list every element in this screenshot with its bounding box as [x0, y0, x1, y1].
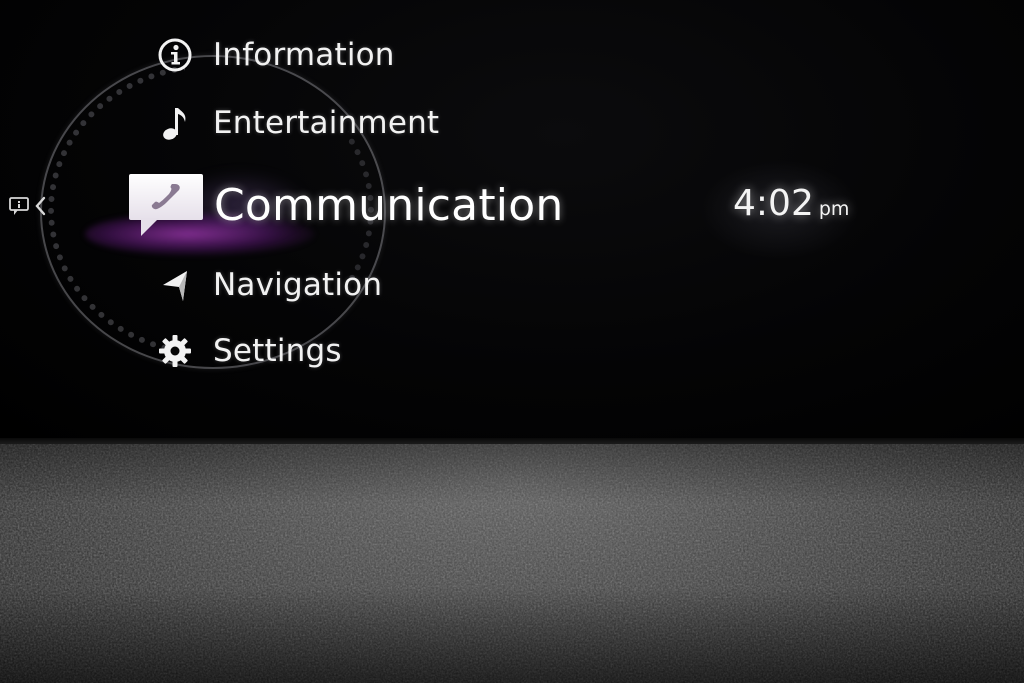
chevron-left-icon[interactable] — [34, 196, 46, 220]
music-note-icon — [150, 103, 200, 143]
menu-item-communication[interactable]: Communication — [127, 173, 564, 236]
infotainment-screen: Information Entertainment Communication … — [0, 0, 1024, 442]
menu-item-label: Settings — [213, 333, 342, 369]
car-photo-scene: Information Entertainment Communication … — [0, 0, 1024, 683]
clock-time: 4:02 — [733, 183, 814, 224]
menu-item-label: Navigation — [213, 267, 383, 303]
menu-item-label: Entertainment — [213, 105, 440, 141]
menu-item-information[interactable]: Information — [150, 35, 395, 75]
info-icon — [150, 35, 200, 75]
phone-message-icon — [127, 173, 205, 236]
dashboard-shading — [0, 444, 1024, 683]
menu-item-entertainment[interactable]: Entertainment — [150, 103, 439, 143]
leather-dashboard — [0, 444, 1024, 683]
menu-item-label: Information — [213, 37, 395, 73]
notification-area[interactable] — [8, 195, 46, 221]
menu-item-settings[interactable]: Settings — [150, 331, 342, 371]
menu-item-label: Communication — [214, 180, 564, 231]
clock-display: 4:02 pm — [733, 183, 849, 224]
clock-ampm: pm — [818, 198, 850, 220]
menu-item-navigation[interactable]: Navigation — [150, 265, 382, 305]
notification-message-icon[interactable] — [8, 195, 30, 221]
navigation-arrow-icon — [150, 265, 200, 305]
gear-icon — [150, 331, 200, 371]
